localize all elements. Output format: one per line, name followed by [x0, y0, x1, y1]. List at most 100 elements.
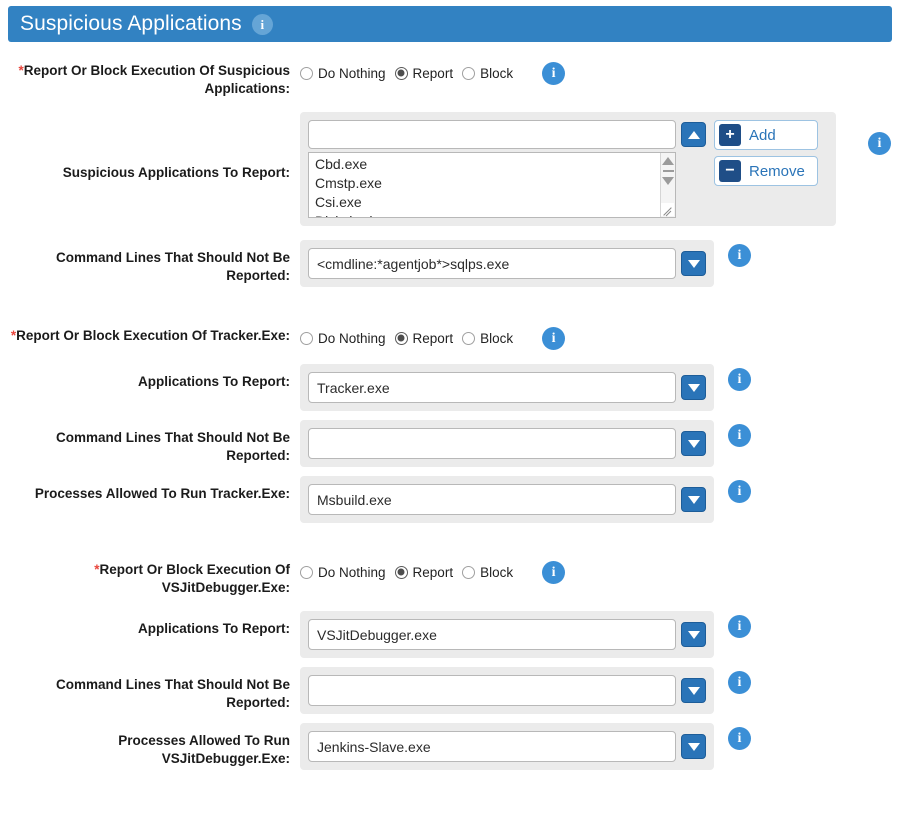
radio-report-suspicious[interactable]: Report	[394, 66, 453, 81]
dropdown-button[interactable]	[681, 734, 706, 759]
control-command-lines-suspicious: i	[300, 240, 900, 287]
combo-field	[300, 476, 714, 523]
info-glyph: i	[737, 483, 742, 499]
info-icon[interactable]: i	[542, 561, 566, 584]
control-processes-allowed-tracker: i	[300, 476, 900, 523]
info-glyph: i	[551, 330, 556, 346]
label-report-or-block-suspicious: *Report Or Block Execution Of Suspicious…	[18, 63, 290, 96]
chevron-down-icon	[687, 686, 700, 695]
list-editor: Cbd.exe Cmstp.exe Csi.exe Diskshadow.exe	[300, 112, 836, 226]
label-suspicious-applications-to-report: Suspicious Applications To Report:	[62, 165, 290, 180]
command-lines-suspicious-input[interactable]	[308, 248, 676, 279]
label-processes-allowed-tracker: Processes Allowed To Run Tracker.Exe:	[34, 486, 290, 501]
control-processes-allowed-vsjit: i	[300, 723, 900, 770]
radio-mark-icon	[300, 66, 313, 80]
suspicious-applications-listbox[interactable]: Cbd.exe Cmstp.exe Csi.exe Diskshadow.exe	[308, 152, 676, 218]
combo-field	[300, 240, 714, 287]
combo-field	[300, 364, 714, 411]
radio-block-vsjit[interactable]: Block	[462, 565, 513, 580]
radio-mark-icon	[394, 331, 408, 345]
list-item[interactable]: Csi.exe	[315, 193, 675, 212]
radio-mark-icon	[462, 66, 476, 80]
form-row-report-or-block-vsjit: *Report Or Block Execution Of VSJitDebug…	[0, 561, 900, 597]
control-applications-to-report-vsjit: i	[300, 611, 900, 658]
info-icon[interactable]: i	[251, 13, 273, 35]
control-suspicious-applications-to-report: Cbd.exe Cmstp.exe Csi.exe Diskshadow.exe	[300, 112, 900, 226]
control-report-or-block-suspicious: Do Nothing Report Block i	[300, 62, 900, 85]
form-row-report-or-block-tracker: *Report Or Block Execution Of Tracker.Ex…	[0, 327, 900, 350]
scroll-down-icon[interactable]	[662, 177, 674, 185]
command-lines-tracker-input[interactable]	[308, 428, 676, 459]
dropdown-button[interactable]	[681, 622, 706, 647]
info-glyph: i	[737, 427, 742, 443]
suspicious-application-input[interactable]	[308, 120, 676, 149]
chevron-down-icon	[687, 259, 700, 268]
form-row-report-or-block-suspicious: *Report Or Block Execution Of Suspicious…	[0, 62, 900, 98]
chevron-down-icon	[687, 495, 700, 504]
add-button[interactable]: + Add	[714, 120, 818, 150]
info-icon[interactable]: i	[868, 132, 891, 155]
label-report-or-block-tracker: *Report Or Block Execution Of Tracker.Ex…	[10, 328, 290, 343]
form-row-suspicious-applications-to-report: Suspicious Applications To Report: Cbd.e…	[0, 112, 900, 226]
dropdown-button[interactable]	[681, 487, 706, 512]
radio-mark-icon	[394, 565, 408, 579]
info-glyph: i	[260, 16, 265, 32]
dropdown-button[interactable]	[681, 375, 706, 400]
applications-to-report-tracker-input[interactable]	[308, 372, 676, 403]
info-icon[interactable]: i	[728, 671, 751, 694]
minus-icon: −	[719, 160, 741, 182]
radio-report-tracker[interactable]: Report	[394, 331, 453, 346]
form-row-processes-allowed-tracker: Processes Allowed To Run Tracker.Exe: i	[0, 476, 900, 523]
processes-allowed-tracker-input[interactable]	[308, 484, 676, 515]
info-icon[interactable]: i	[728, 368, 751, 391]
command-lines-vsjit-input[interactable]	[308, 675, 676, 706]
dropdown-button[interactable]	[681, 678, 706, 703]
info-icon[interactable]: i	[728, 615, 751, 638]
label-command-lines-tracker: Command Lines That Should Not Be Reporte…	[55, 430, 290, 463]
info-icon[interactable]: i	[728, 424, 751, 447]
list-item[interactable]: Diskshadow.exe	[315, 212, 675, 217]
radio-group-tracker: Do Nothing Report Block	[300, 327, 522, 349]
scroll-up-icon[interactable]	[662, 157, 674, 165]
radio-block-tracker[interactable]: Block	[462, 331, 513, 346]
scroll-thumb[interactable]	[662, 170, 674, 172]
info-icon[interactable]: i	[728, 727, 751, 750]
remove-button[interactable]: − Remove	[714, 156, 818, 186]
label-command-lines-vsjit: Command Lines That Should Not Be Reporte…	[55, 677, 290, 710]
chevron-up-icon	[687, 130, 700, 139]
chevron-down-icon	[687, 439, 700, 448]
dropdown-button[interactable]	[681, 251, 706, 276]
applications-to-report-vsjit-input[interactable]	[308, 619, 676, 650]
label-report-or-block-vsjit: *Report Or Block Execution Of VSJitDebug…	[94, 562, 290, 595]
collapse-up-button[interactable]	[681, 122, 706, 147]
list-item[interactable]: Cbd.exe	[315, 155, 675, 174]
add-button-label: Add	[749, 126, 776, 144]
resize-grip-icon[interactable]	[661, 203, 674, 216]
chevron-down-icon	[687, 383, 700, 392]
form-row-processes-allowed-vsjit: Processes Allowed To Run VSJitDebugger.E…	[0, 723, 900, 770]
page-title: Suspicious Applications	[20, 12, 242, 35]
info-icon[interactable]: i	[542, 62, 566, 85]
radio-mark-icon	[300, 565, 313, 579]
info-icon[interactable]: i	[728, 480, 751, 503]
processes-allowed-vsjit-input[interactable]	[308, 731, 676, 762]
info-icon[interactable]: i	[728, 244, 751, 267]
radio-do-nothing-suspicious[interactable]: Do Nothing	[300, 66, 386, 81]
dropdown-button[interactable]	[681, 431, 706, 456]
radio-do-nothing-tracker[interactable]: Do Nothing	[300, 331, 386, 346]
form-row-command-lines-tracker: Command Lines That Should Not Be Reporte…	[0, 420, 900, 467]
control-command-lines-vsjit: i	[300, 667, 900, 714]
radio-mark-icon	[394, 66, 408, 80]
form-row-applications-to-report-tracker: Applications To Report: i	[0, 364, 900, 411]
label-applications-to-report-tracker: Applications To Report:	[138, 374, 290, 389]
info-icon[interactable]: i	[542, 327, 566, 350]
radio-report-vsjit[interactable]: Report	[394, 565, 453, 580]
list-add-row	[308, 120, 706, 149]
info-glyph: i	[551, 65, 556, 81]
combo-field	[300, 611, 714, 658]
combo-field	[300, 723, 714, 770]
radio-block-suspicious[interactable]: Block	[462, 66, 513, 81]
combo-field	[300, 667, 714, 714]
list-item[interactable]: Cmstp.exe	[315, 174, 675, 193]
radio-do-nothing-vsjit[interactable]: Do Nothing	[300, 565, 386, 580]
